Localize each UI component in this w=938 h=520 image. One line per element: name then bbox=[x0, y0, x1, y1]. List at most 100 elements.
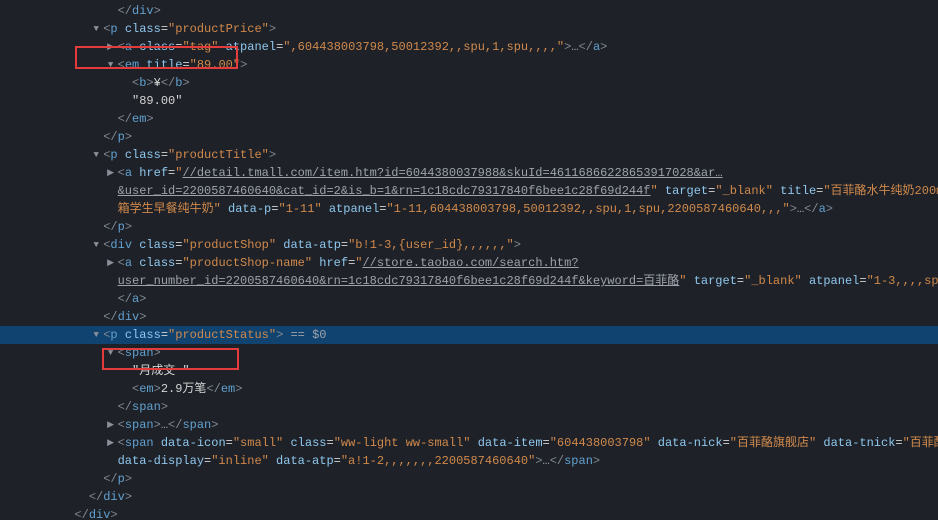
code-line[interactable]: ▼<p class="productTitle"> bbox=[0, 146, 938, 164]
expand-toggle-closed-icon[interactable]: ▶ bbox=[106, 434, 116, 452]
token-tag-bracket: </ bbox=[206, 382, 220, 396]
code-line[interactable]: ▼<span> bbox=[0, 344, 938, 362]
token-tag-bracket: > bbox=[600, 40, 607, 54]
token-attr-val: "productShop-name" bbox=[182, 256, 312, 270]
token-tag-name: p bbox=[118, 220, 125, 234]
code-line[interactable]: ▶<a class="tag" atpanel=",604438003798,5… bbox=[0, 38, 938, 56]
token-attr-name: data-atp bbox=[276, 454, 334, 468]
expand-toggle-open-icon[interactable]: ▼ bbox=[91, 20, 101, 38]
code-line[interactable]: ▶<span>…</span> bbox=[0, 416, 938, 434]
token-tag-name: p bbox=[110, 22, 117, 36]
token-tag-name: div bbox=[118, 310, 140, 324]
token-tag-bracket: < bbox=[118, 418, 125, 432]
devtools-elements-panel[interactable]: </div> ▼<p class="productPrice"> ▶<a cla… bbox=[0, 0, 938, 520]
token-text-str: 2.9万笔 bbox=[161, 382, 207, 396]
token-tag-bracket: < bbox=[118, 40, 125, 54]
token-tag-bracket: < bbox=[118, 436, 125, 450]
expand-toggle-open-icon[interactable]: ▼ bbox=[91, 326, 101, 344]
code-line[interactable]: </a> bbox=[0, 290, 938, 308]
code-line[interactable]: "月成交 " bbox=[0, 362, 938, 380]
code-line[interactable]: data-display="inline" data-atp="a!1-2,,,… bbox=[0, 452, 938, 470]
token-attr-eq: = bbox=[334, 454, 341, 468]
no-toggle bbox=[120, 380, 130, 398]
expand-toggle-closed-icon[interactable]: ▶ bbox=[106, 38, 116, 56]
token-dim-info: == $0 bbox=[283, 328, 326, 342]
code-line[interactable]: <em>2.9万笔</em> bbox=[0, 380, 938, 398]
token-attr-val: "1-11,604438003798,50012392,,spu,1,spu,2… bbox=[386, 202, 789, 216]
token-attr-name: class bbox=[139, 40, 175, 54]
token-tag-bracket: > bbox=[535, 454, 542, 468]
no-toggle bbox=[120, 362, 130, 380]
code-line[interactable]: ▼<p class="productPrice"> bbox=[0, 20, 938, 38]
token-tag-name: a bbox=[819, 202, 826, 216]
token-tag-bracket: > bbox=[235, 382, 242, 396]
token-tag-name: a bbox=[125, 166, 132, 180]
code-line[interactable]: &user_id=2200587460640&cat_id=2&is_b=1&r… bbox=[0, 182, 938, 200]
code-line[interactable]: ▶<span data-icon="small" class="ww-light… bbox=[0, 434, 938, 452]
token-attr-name: class bbox=[290, 436, 326, 450]
code-line[interactable]: </em> bbox=[0, 110, 938, 128]
expand-toggle-open-icon[interactable]: ▼ bbox=[106, 56, 116, 74]
token-text-str: ¥ bbox=[154, 76, 161, 90]
expand-toggle-closed-icon[interactable]: ▶ bbox=[106, 254, 116, 272]
token-text-str bbox=[802, 274, 809, 288]
token-tag-bracket: > bbox=[154, 382, 161, 396]
token-attr-val: "1-3,,,,spu,2,spu," bbox=[867, 274, 938, 288]
code-line[interactable]: </div> bbox=[0, 488, 938, 506]
token-tag-bracket: > bbox=[154, 4, 161, 18]
code-line[interactable]: </span> bbox=[0, 398, 938, 416]
token-ulink: user_number_id=2200587460640&rn=1c18cdc7… bbox=[118, 274, 680, 288]
code-line[interactable]: ▶<a href="//detail.tmall.com/item.htm?id… bbox=[0, 164, 938, 182]
code-line[interactable]: </p> bbox=[0, 470, 938, 488]
no-toggle bbox=[91, 470, 101, 488]
token-tag-bracket: < bbox=[118, 346, 125, 360]
token-tag-bracket: > bbox=[514, 238, 521, 252]
token-tag-bracket: > bbox=[125, 130, 132, 144]
token-tag-bracket: > bbox=[154, 346, 161, 360]
token-tag-bracket: > bbox=[593, 454, 600, 468]
token-tag-name: div bbox=[132, 4, 154, 18]
code-line[interactable]: ▼<em title="89.00"> bbox=[0, 56, 938, 74]
token-text-str bbox=[218, 40, 225, 54]
expand-toggle-closed-icon[interactable]: ▶ bbox=[106, 416, 116, 434]
token-attr-val: "productShop" bbox=[182, 238, 276, 252]
code-line[interactable]: <b>¥</b> bbox=[0, 74, 938, 92]
token-tag-bracket: > bbox=[182, 76, 189, 90]
token-tag-bracket: </ bbox=[103, 220, 117, 234]
code-line[interactable]: ▼<div class="productShop" data-atp="b!1-… bbox=[0, 236, 938, 254]
token-tag-name: div bbox=[89, 508, 111, 520]
expand-toggle-open-icon[interactable]: ▼ bbox=[91, 236, 101, 254]
code-line[interactable]: ▶<a class="productShop-name" href="//sto… bbox=[0, 254, 938, 272]
expand-toggle-open-icon[interactable]: ▼ bbox=[106, 344, 116, 362]
code-line[interactable]: 箱学生早餐纯牛奶" data-p="1-11" atpanel="1-11,60… bbox=[0, 200, 938, 218]
token-attr-val: "small" bbox=[233, 436, 283, 450]
token-attr-name: atpanel bbox=[226, 40, 276, 54]
code-line[interactable]: user_number_id=2200587460640&rn=1c18cdc7… bbox=[0, 272, 938, 290]
token-attr-name: target bbox=[665, 184, 708, 198]
expand-toggle-open-icon[interactable]: ▼ bbox=[91, 146, 101, 164]
token-tag-bracket: </ bbox=[89, 490, 103, 504]
token-attr-val: "productTitle" bbox=[168, 148, 269, 162]
token-attr-val: "_blank" bbox=[744, 274, 802, 288]
code-line[interactable]: </div> bbox=[0, 308, 938, 326]
token-attr-name: target bbox=[694, 274, 737, 288]
expand-toggle-closed-icon[interactable]: ▶ bbox=[106, 164, 116, 182]
token-tag-bracket: </ bbox=[103, 130, 117, 144]
token-tag-bracket: < bbox=[118, 256, 125, 270]
token-attr-val: "ww-light ww-small" bbox=[334, 436, 471, 450]
token-tag-name: div bbox=[103, 490, 125, 504]
code-line[interactable]: </p> bbox=[0, 128, 938, 146]
token-tag-bracket: > bbox=[146, 112, 153, 126]
code-line[interactable]: </div> bbox=[0, 2, 938, 20]
token-attr-name: atpanel bbox=[329, 202, 379, 216]
code-line[interactable]: ▼<p class="productStatus"> == $0 bbox=[0, 326, 938, 344]
token-attr-val: "1-11" bbox=[278, 202, 321, 216]
code-line[interactable]: "89.00" bbox=[0, 92, 938, 110]
token-tag-bracket: </ bbox=[161, 76, 175, 90]
token-attr-val: "b!1-3,{user_id},,,,,," bbox=[348, 238, 514, 252]
code-line[interactable]: </div> bbox=[0, 506, 938, 520]
code-line[interactable]: </p> bbox=[0, 218, 938, 236]
token-tag-bracket: > bbox=[154, 418, 161, 432]
token-attr-name: data-p bbox=[228, 202, 271, 216]
no-toggle bbox=[91, 218, 101, 236]
